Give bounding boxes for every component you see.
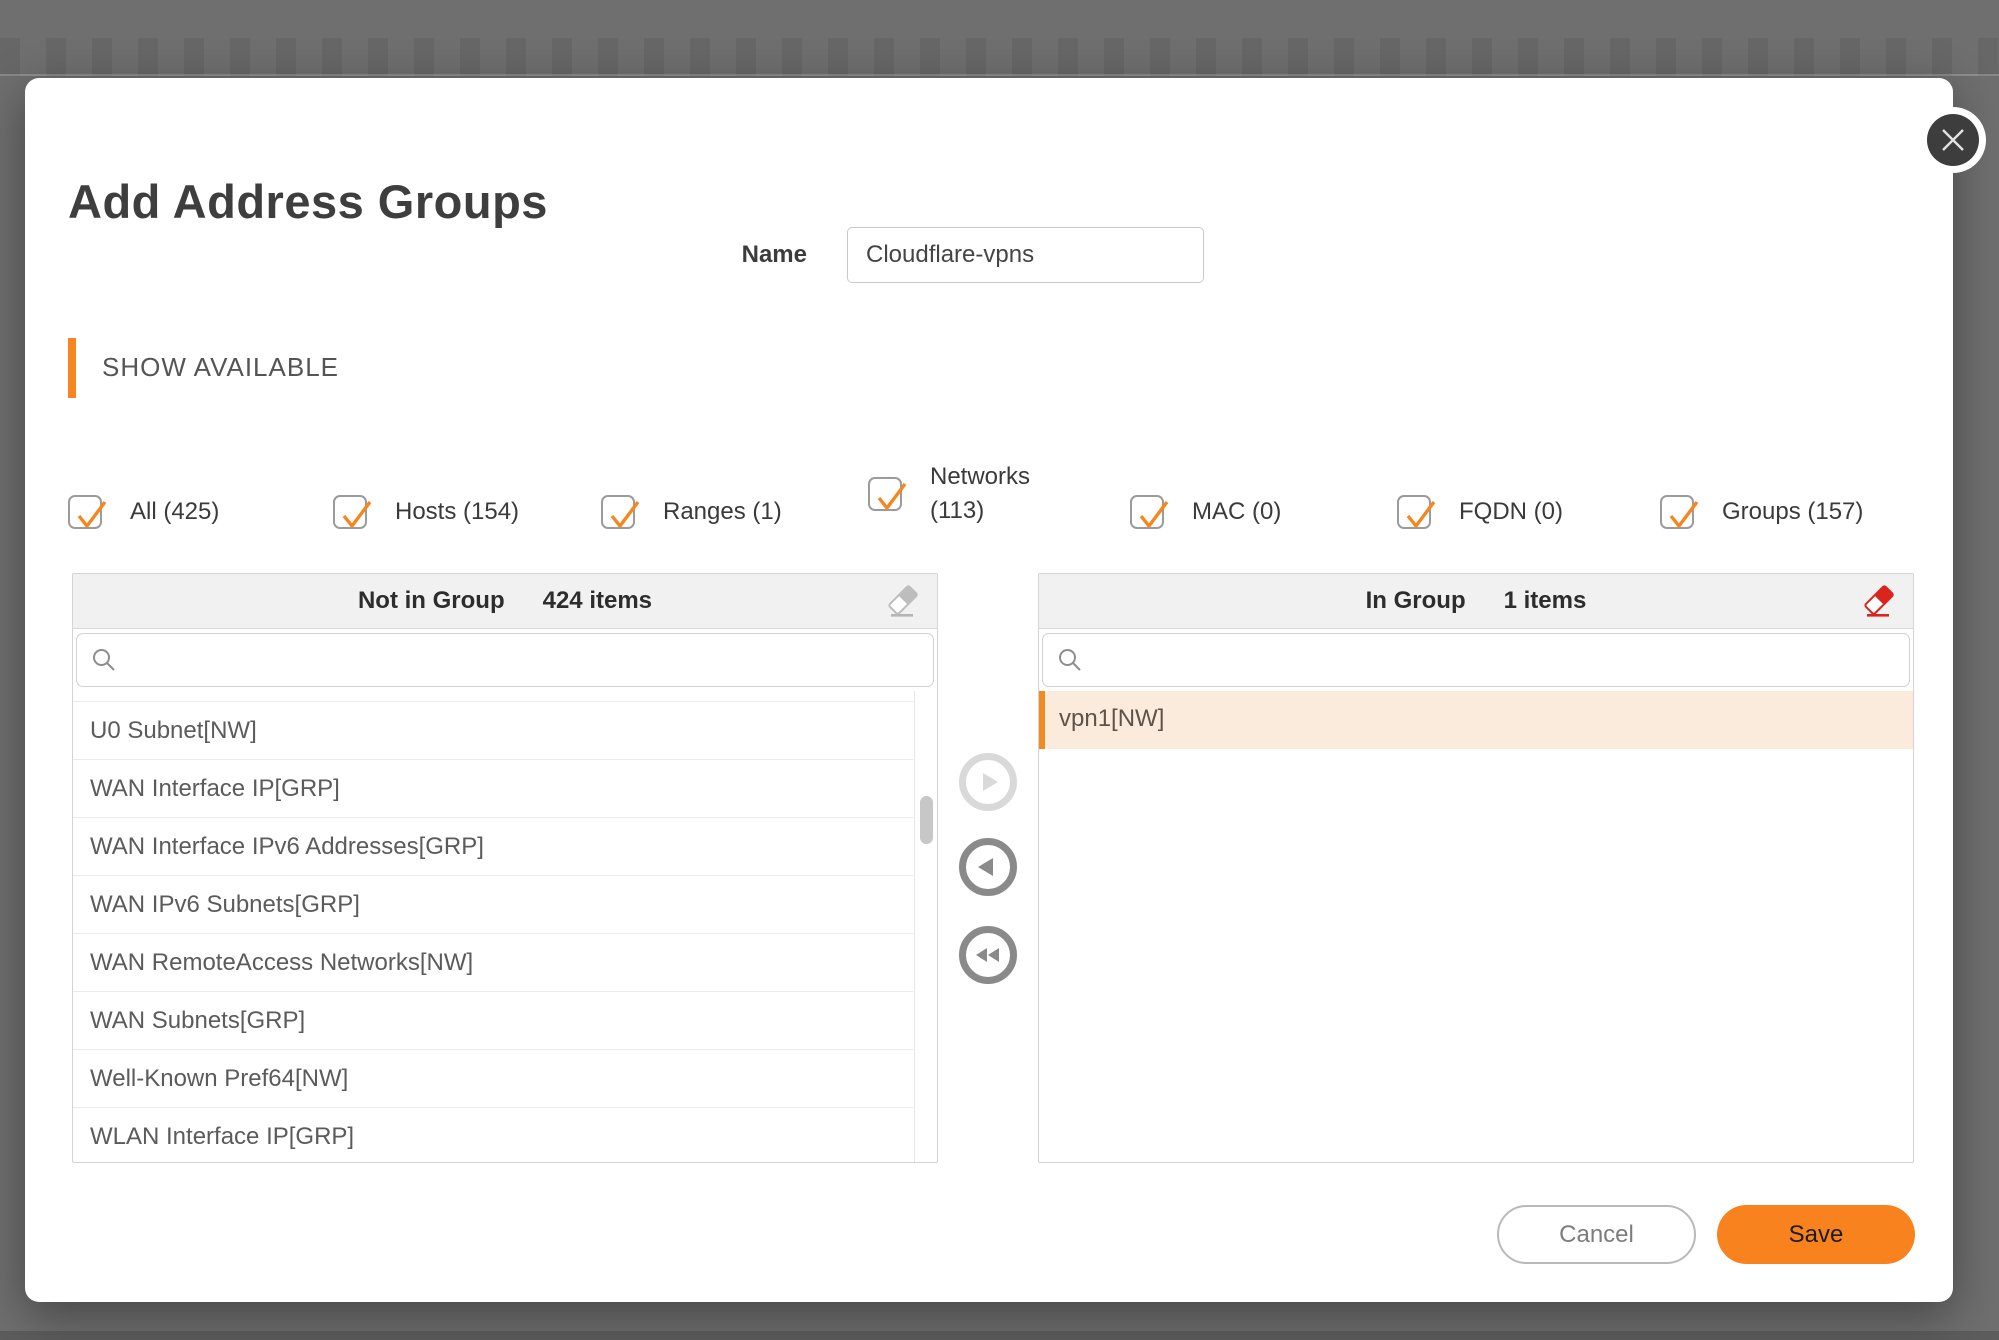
search-input[interactable]	[1095, 634, 1895, 686]
double-arrow-left-icon	[971, 939, 1005, 971]
clear-list-button[interactable]	[1859, 583, 1897, 621]
list-item[interactable]: WAN IPv6 Subnets[GRP]	[73, 876, 913, 934]
filter-ranges[interactable]: Ranges (1)	[601, 495, 782, 529]
in-group-header: In Group 1 items	[1039, 574, 1913, 629]
search-icon	[1057, 647, 1083, 673]
eraser-icon	[1860, 584, 1896, 620]
arrow-left-icon	[972, 851, 1004, 883]
backdrop-bottom-band	[0, 1331, 1999, 1340]
not-in-group-panel: Not in Group 424 items	[72, 573, 938, 1163]
filter-label: Hosts (154)	[395, 495, 519, 529]
filter-mac[interactable]: MAC (0)	[1130, 495, 1281, 529]
search-wrap	[73, 629, 937, 689]
search-input[interactable]	[129, 634, 919, 686]
save-button-label: Save	[1789, 1221, 1844, 1249]
list-item[interactable]: WAN Subnets[GRP]	[73, 992, 913, 1050]
list-item[interactable]: WAN Interface IP[GRP]	[73, 760, 913, 818]
list-item[interactable]: Well-Known Pref64[NW]	[73, 1050, 913, 1108]
remove-from-group-button[interactable]	[959, 838, 1017, 896]
panel-title: Not in Group	[358, 587, 505, 615]
filter-label: MAC (0)	[1192, 495, 1281, 529]
checkbox-checked-icon[interactable]	[1130, 495, 1164, 529]
filter-networks[interactable]: Networks (113)	[868, 460, 1050, 528]
panel-item-count: 1 items	[1504, 587, 1587, 615]
filter-fqdn[interactable]: FQDN (0)	[1397, 495, 1563, 529]
close-button[interactable]	[1927, 114, 1979, 166]
move-to-group-button[interactable]	[959, 753, 1017, 811]
panel-title: In Group	[1366, 587, 1466, 615]
save-button[interactable]: Save	[1717, 1205, 1915, 1264]
filter-label: All (425)	[130, 495, 219, 529]
not-in-group-list: U0 Subnet[NW] WAN Interface IP[GRP] WAN …	[73, 691, 937, 1162]
list-item[interactable]: WAN Interface IPv6 Addresses[GRP]	[73, 818, 913, 876]
scrollbar-track[interactable]	[914, 691, 937, 1162]
checkbox-checked-icon[interactable]	[1660, 495, 1694, 529]
add-address-groups-dialog: Add Address Groups Name SHOW AVAILABLE A…	[25, 78, 1953, 1302]
remove-all-from-group-button[interactable]	[959, 926, 1017, 984]
checkbox-checked-icon[interactable]	[333, 495, 367, 529]
cancel-button-label: Cancel	[1559, 1221, 1634, 1249]
name-input[interactable]	[847, 227, 1204, 283]
not-in-group-search[interactable]	[76, 633, 934, 687]
close-icon	[1939, 126, 1967, 154]
in-group-panel: In Group 1 items	[1038, 573, 1914, 1163]
arrow-right-icon	[972, 766, 1004, 798]
in-group-list: vpn1[NW]	[1039, 691, 1913, 1162]
eraser-icon	[884, 584, 920, 620]
checkbox-checked-icon[interactable]	[1397, 495, 1431, 529]
in-group-search[interactable]	[1042, 633, 1910, 687]
partial-row-above	[73, 691, 913, 702]
scrollbar-thumb[interactable]	[920, 796, 933, 844]
filter-label: Groups (157)	[1722, 495, 1863, 529]
filter-all[interactable]: All (425)	[68, 495, 219, 529]
filter-label: FQDN (0)	[1459, 495, 1563, 529]
search-icon	[91, 647, 117, 673]
checkbox-checked-icon[interactable]	[868, 477, 902, 511]
list-item[interactable]: WAN RemoteAccess Networks[NW]	[73, 934, 913, 992]
panel-item-count: 424 items	[543, 587, 652, 615]
filter-groups[interactable]: Groups (157)	[1660, 495, 1863, 529]
name-field-label: Name	[607, 227, 807, 283]
dimmed-background-content	[0, 38, 1999, 76]
not-in-group-header: Not in Group 424 items	[73, 574, 937, 629]
filter-hosts[interactable]: Hosts (154)	[333, 495, 519, 529]
filter-label: Networks (113)	[930, 460, 1050, 528]
cancel-button[interactable]: Cancel	[1497, 1205, 1696, 1264]
page-title: Add Address Groups	[68, 174, 548, 229]
filter-label: Ranges (1)	[663, 495, 782, 529]
checkbox-checked-icon[interactable]	[601, 495, 635, 529]
section-heading: SHOW AVAILABLE	[102, 352, 339, 383]
section-accent-bar	[68, 338, 76, 398]
list-item[interactable]: WLAN Interface IP[GRP]	[73, 1108, 913, 1162]
list-item-selected[interactable]: vpn1[NW]	[1039, 691, 1913, 749]
list-item[interactable]: U0 Subnet[NW]	[73, 702, 913, 760]
clear-list-button-disabled[interactable]	[883, 583, 921, 621]
checkbox-checked-icon[interactable]	[68, 495, 102, 529]
search-wrap	[1039, 629, 1913, 689]
